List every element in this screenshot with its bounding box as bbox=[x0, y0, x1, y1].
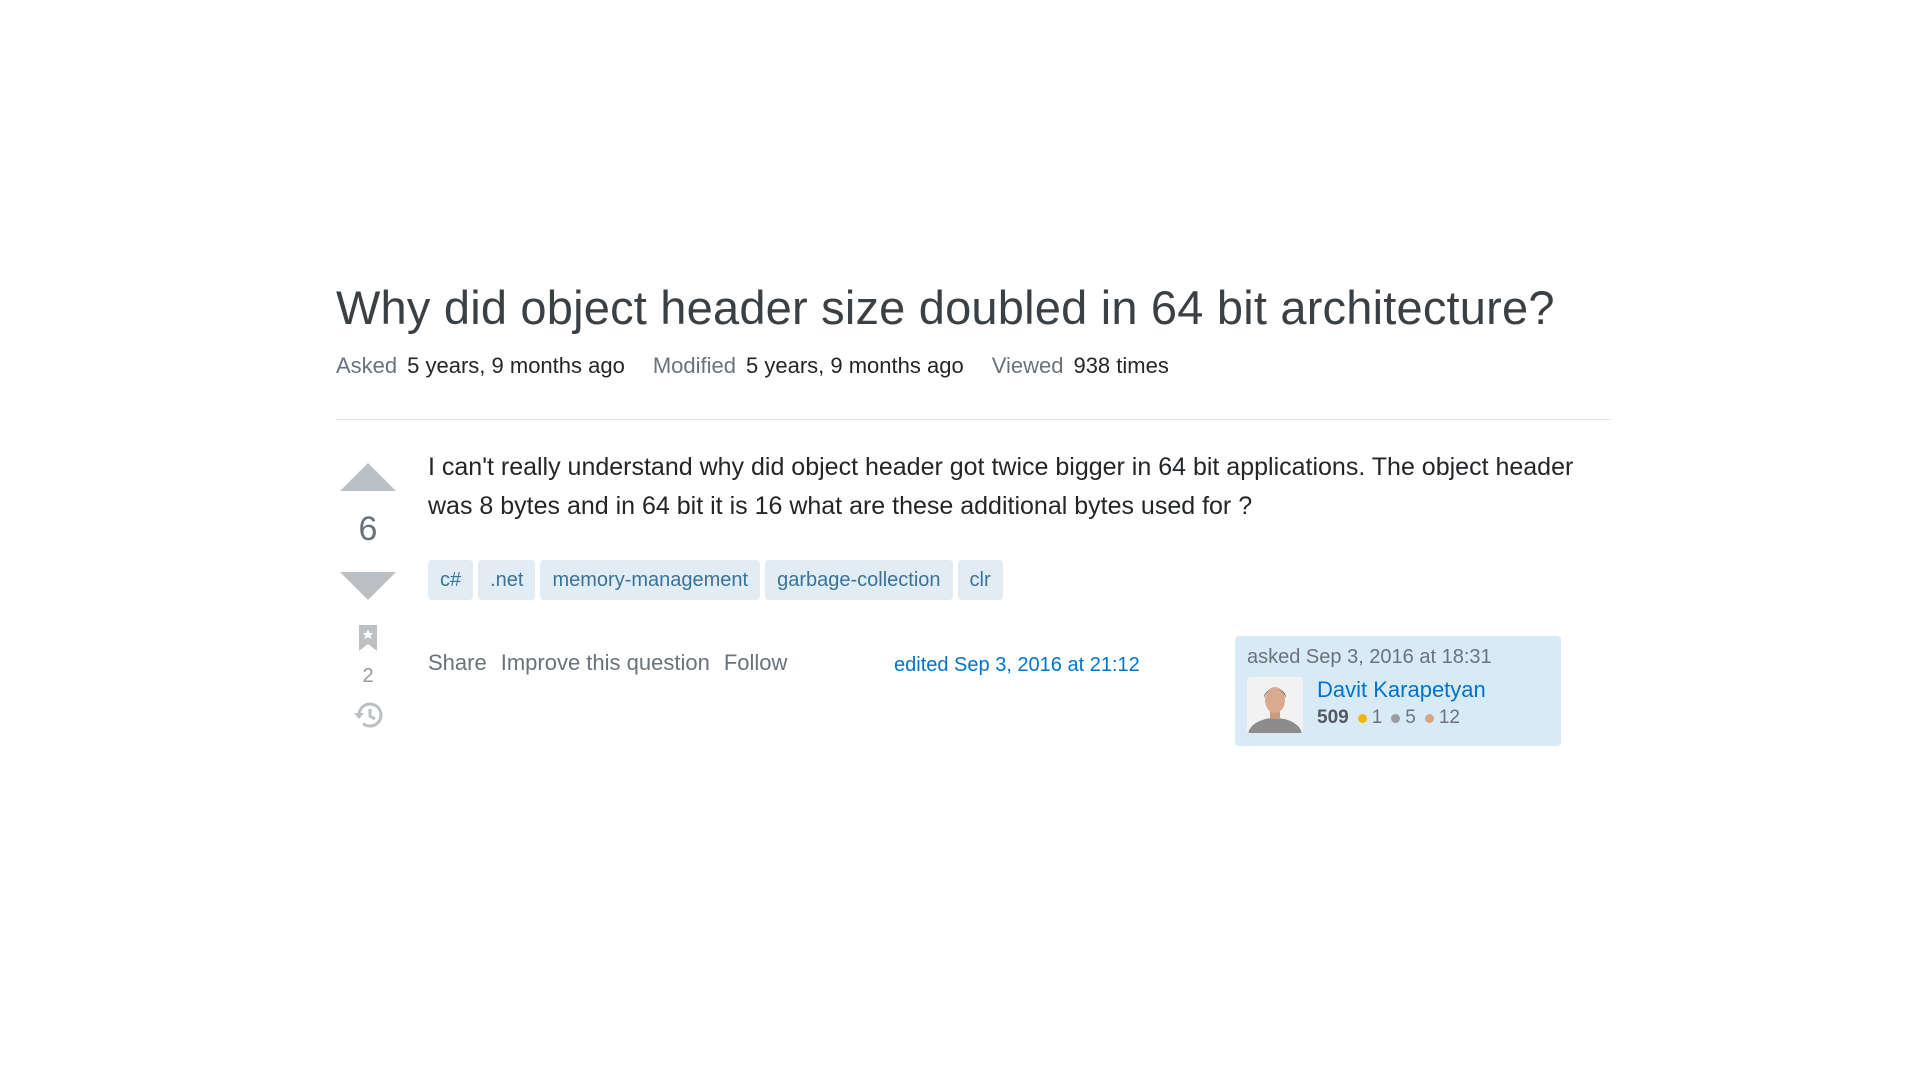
edited-link[interactable]: edited Sep 3, 2016 at 21:12 bbox=[894, 654, 1140, 677]
silver-badge-count: 5 bbox=[1405, 707, 1416, 728]
viewed-value: 938 times bbox=[1073, 353, 1169, 379]
bronze-badge-count: 12 bbox=[1438, 707, 1460, 728]
modified-meta: Modified 5 years, 9 months ago bbox=[653, 353, 964, 379]
tag-dotnet[interactable]: .net bbox=[478, 560, 536, 600]
gold-badge-count: 1 bbox=[1371, 707, 1383, 728]
bookmark-count: 2 bbox=[362, 664, 374, 687]
bookmark-icon[interactable] bbox=[358, 624, 378, 657]
vote-count: 6 bbox=[358, 510, 378, 548]
post-actions: Share Improve this question Follow bbox=[428, 650, 787, 676]
follow-link[interactable]: Follow bbox=[724, 650, 788, 676]
tag-memory-management[interactable]: memory-management bbox=[540, 560, 761, 600]
asked-value: 5 years, 9 months ago bbox=[407, 353, 625, 379]
user-details: Davit Karapetyan 509 1 5 12 bbox=[1317, 677, 1486, 733]
downvote-button[interactable] bbox=[340, 571, 396, 600]
question-title[interactable]: Why did object header size doubled in 64… bbox=[336, 276, 1611, 339]
tag-garbage-collection[interactable]: garbage-collection bbox=[765, 560, 953, 600]
asked-time: asked Sep 3, 2016 at 18:31 bbox=[1247, 646, 1492, 668]
user-info: Davit Karapetyan 509 1 5 12 bbox=[1247, 677, 1549, 733]
improve-question-link[interactable]: Improve this question bbox=[501, 650, 710, 676]
post-footer: Share Improve this question Follow edite… bbox=[428, 636, 1608, 756]
reputation-score: 509 bbox=[1317, 707, 1349, 728]
header-divider bbox=[336, 419, 1611, 420]
gold-badge: 1 bbox=[1357, 707, 1383, 729]
viewed-label: Viewed bbox=[991, 353, 1064, 379]
asked-label: Asked bbox=[336, 353, 398, 379]
history-icon[interactable] bbox=[352, 700, 384, 735]
asked-meta: Asked 5 years, 9 months ago bbox=[336, 353, 625, 379]
user-stats: 509 1 5 12 bbox=[1317, 707, 1486, 729]
question-body: I can't really understand why did object… bbox=[428, 453, 1574, 520]
avatar[interactable] bbox=[1247, 677, 1303, 733]
share-link[interactable]: Share bbox=[428, 650, 487, 676]
modified-label: Modified bbox=[652, 353, 736, 379]
bronze-badge: 12 bbox=[1424, 707, 1460, 729]
question-meta: Asked 5 years, 9 months ago Modified 5 yea… bbox=[336, 353, 1611, 379]
gold-badge-icon bbox=[1357, 713, 1367, 723]
bronze-badge-icon bbox=[1424, 713, 1434, 723]
silver-badge: 5 bbox=[1391, 707, 1416, 729]
upvote-button[interactable] bbox=[340, 463, 396, 491]
silver-badge-icon bbox=[1391, 713, 1401, 723]
question-header: Why did object header size doubled in 64… bbox=[336, 276, 1611, 379]
owner-card: asked Sep 3, 2016 at 18:31 Davit Karapet… bbox=[1235, 636, 1561, 746]
modified-value: 5 years, 9 months ago bbox=[746, 353, 964, 379]
viewed-meta: Viewed 938 times bbox=[992, 353, 1169, 379]
user-name-link[interactable]: Davit Karapetyan bbox=[1317, 677, 1486, 703]
vote-cell: 6 2 bbox=[336, 455, 400, 735]
tag-clr[interactable]: clr bbox=[957, 560, 1003, 600]
tag-list: c# .net memory-management garbage-collec… bbox=[428, 560, 1608, 600]
post-cell: I can't really understand why did object… bbox=[428, 448, 1608, 756]
tag-csharp[interactable]: c# bbox=[428, 560, 474, 600]
